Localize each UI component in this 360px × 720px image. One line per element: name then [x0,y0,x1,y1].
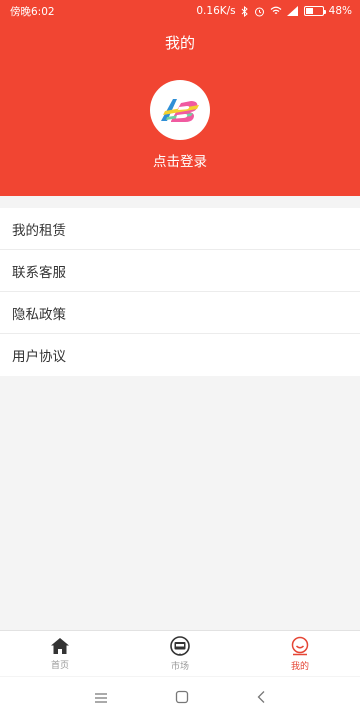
login-link[interactable]: 点击登录 [0,150,360,170]
net-speed: 0.16K/s [196,5,236,17]
home-icon [51,637,69,654]
market-icon [170,635,190,656]
tab-mine[interactable]: 我的 [240,631,360,676]
status-icons: 0.16K/s 48% [196,5,352,17]
battery-icon [303,6,326,16]
bluetooth-icon [241,5,249,17]
bottom-tab-bar: 首页 市场 我的 [0,630,360,676]
alarm-icon [254,6,265,17]
app-logo-avatar[interactable] [150,80,210,140]
screen: 傍晚6:02 0.16K/s 48% 我的 点击登录 我的租赁 联系客服 隐私政… [0,0,360,720]
status-time: 傍晚6:02 [10,5,55,18]
menu-icon[interactable] [94,689,108,708]
tab-market[interactable]: 市场 [120,631,240,676]
tab-mine-label: 我的 [290,661,309,672]
signal-icon [286,6,299,16]
app-logo-icon [161,99,199,122]
page-title: 我的 [164,34,195,52]
menu-list: 我的租赁 联系客服 隐私政策 用户协议 [0,208,360,376]
menu-item-user-agreement[interactable]: 用户协议 [0,334,360,376]
tab-home-label: 首页 [50,660,69,671]
tab-home[interactable]: 首页 [0,631,120,676]
back-icon[interactable] [256,689,266,708]
battery-percent: 48% [328,5,352,17]
wifi-icon [270,6,282,16]
profile-header: 傍晚6:02 0.16K/s 48% 我的 点击登录 [0,0,360,196]
home-square-icon[interactable] [175,689,189,708]
system-nav-bar [0,677,360,720]
tab-market-label: 市场 [170,661,189,672]
status-bar: 傍晚6:02 0.16K/s 48% [0,0,360,22]
menu-item-contact-support[interactable]: 联系客服 [0,250,360,292]
profile-icon [291,636,309,655]
menu-item-my-rentals[interactable]: 我的租赁 [0,208,360,250]
menu-item-privacy-policy[interactable]: 隐私政策 [0,292,360,334]
